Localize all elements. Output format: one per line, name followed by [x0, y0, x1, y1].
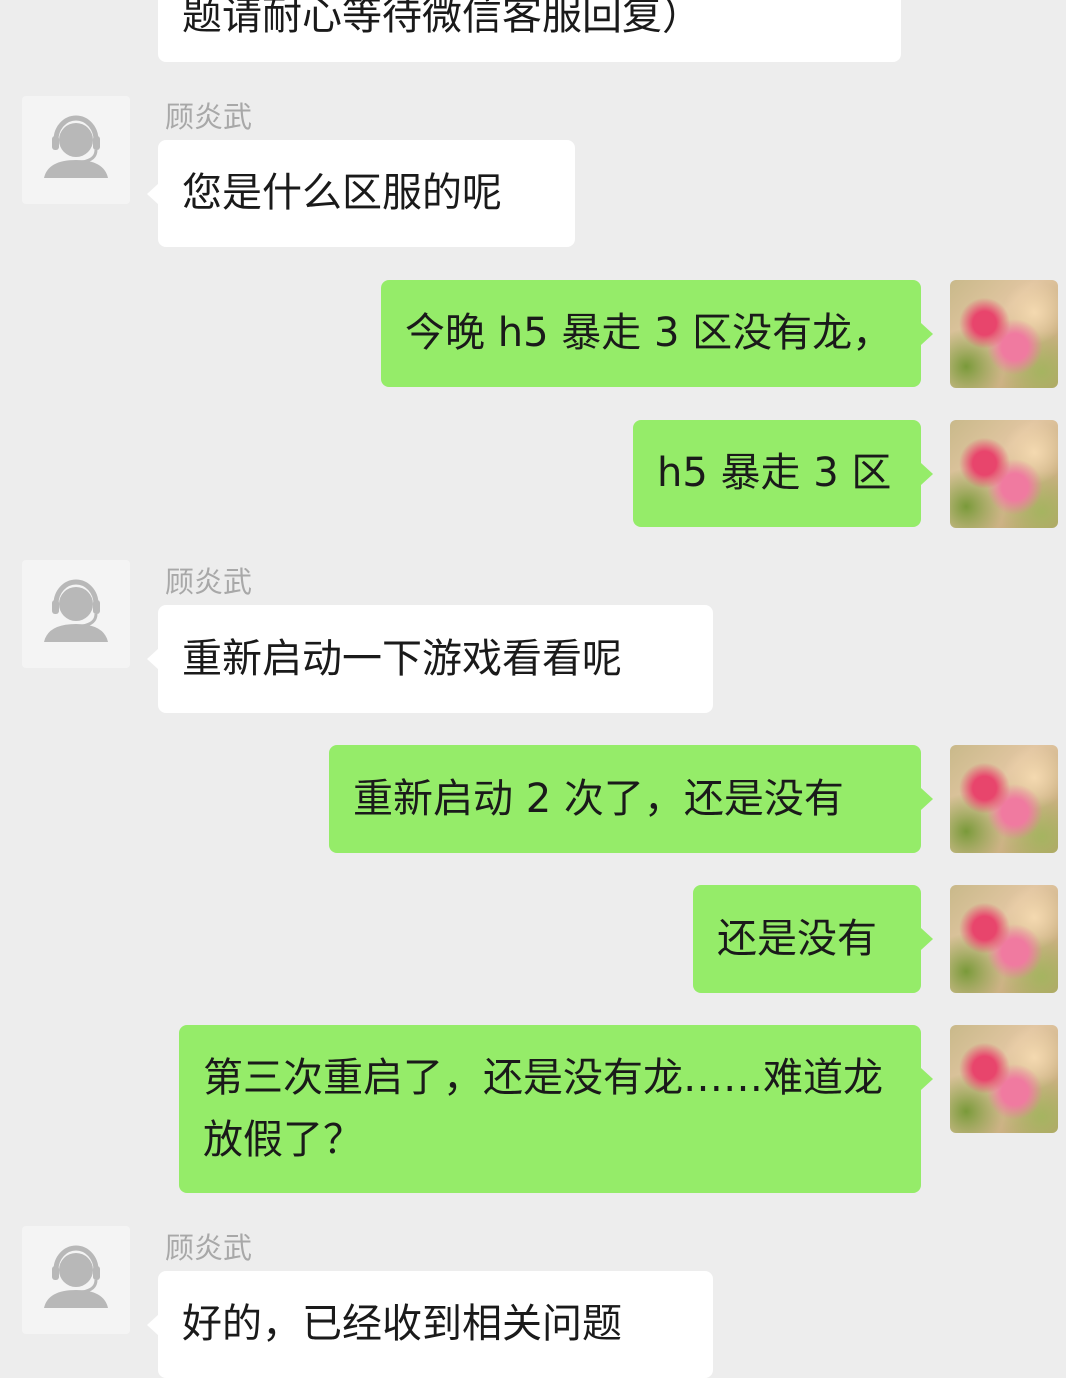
user-avatar[interactable] — [950, 885, 1058, 993]
message-text: 重新启动 2 次了，还是没有 — [353, 776, 844, 822]
headset-icon — [44, 1245, 108, 1308]
user-avatar[interactable] — [950, 420, 1058, 528]
message-bubble-outgoing[interactable]: 还是没有 — [693, 885, 921, 993]
message-bubble-outgoing[interactable]: h5 暴走 3 区 — [633, 420, 921, 527]
agent-avatar[interactable] — [22, 1226, 130, 1334]
headset-icon — [44, 115, 108, 178]
message-text: 您是什么区服的呢 — [182, 170, 502, 216]
bubble-tail — [921, 788, 933, 810]
message-text: 还是没有 — [717, 916, 877, 962]
message-text: 好的，已经收到相关问题 — [182, 1301, 622, 1347]
message-text: 重新启动一下游戏看看呢 — [182, 636, 622, 682]
message-bubble-incoming[interactable]: 重新启动一下游戏看看呢 — [158, 605, 713, 713]
headset-icon — [44, 579, 108, 642]
user-avatar[interactable] — [950, 745, 1058, 853]
agent-avatar[interactable] — [22, 96, 130, 204]
sender-name: 顾炎武 — [165, 565, 253, 599]
message-bubble-outgoing[interactable]: 第三次重启了，还是没有龙……难道龙放假了？ — [179, 1025, 921, 1193]
message-text: 第三次重启了，还是没有龙……难道龙放假了？ — [203, 1055, 883, 1163]
bubble-tail — [921, 463, 933, 485]
message-text: h5 暴走 3 区 — [657, 450, 892, 496]
user-avatar[interactable] — [950, 280, 1058, 388]
sender-name: 顾炎武 — [165, 100, 253, 134]
message-bubble-incoming[interactable]: 您是什么区服的呢 — [158, 140, 575, 247]
agent-avatar[interactable] — [22, 560, 130, 668]
user-avatar[interactable] — [950, 1025, 1058, 1133]
message-bubble-incoming[interactable]: 题请耐心等待微信客服回复） — [158, 0, 901, 62]
sender-name: 顾炎武 — [165, 1231, 253, 1265]
bubble-tail — [921, 1068, 933, 1090]
bubble-tail — [921, 928, 933, 950]
message-bubble-outgoing[interactable]: 重新启动 2 次了，还是没有 — [329, 745, 921, 853]
message-bubble-outgoing[interactable]: 今晚 h5 暴走 3 区没有龙， — [381, 280, 921, 387]
bubble-tail — [921, 323, 933, 345]
message-text: 今晚 h5 暴走 3 区没有龙， — [405, 310, 893, 356]
message-text: 题请耐心等待微信客服回复） — [182, 0, 702, 39]
message-bubble-incoming[interactable]: 好的，已经收到相关问题 — [158, 1271, 713, 1378]
